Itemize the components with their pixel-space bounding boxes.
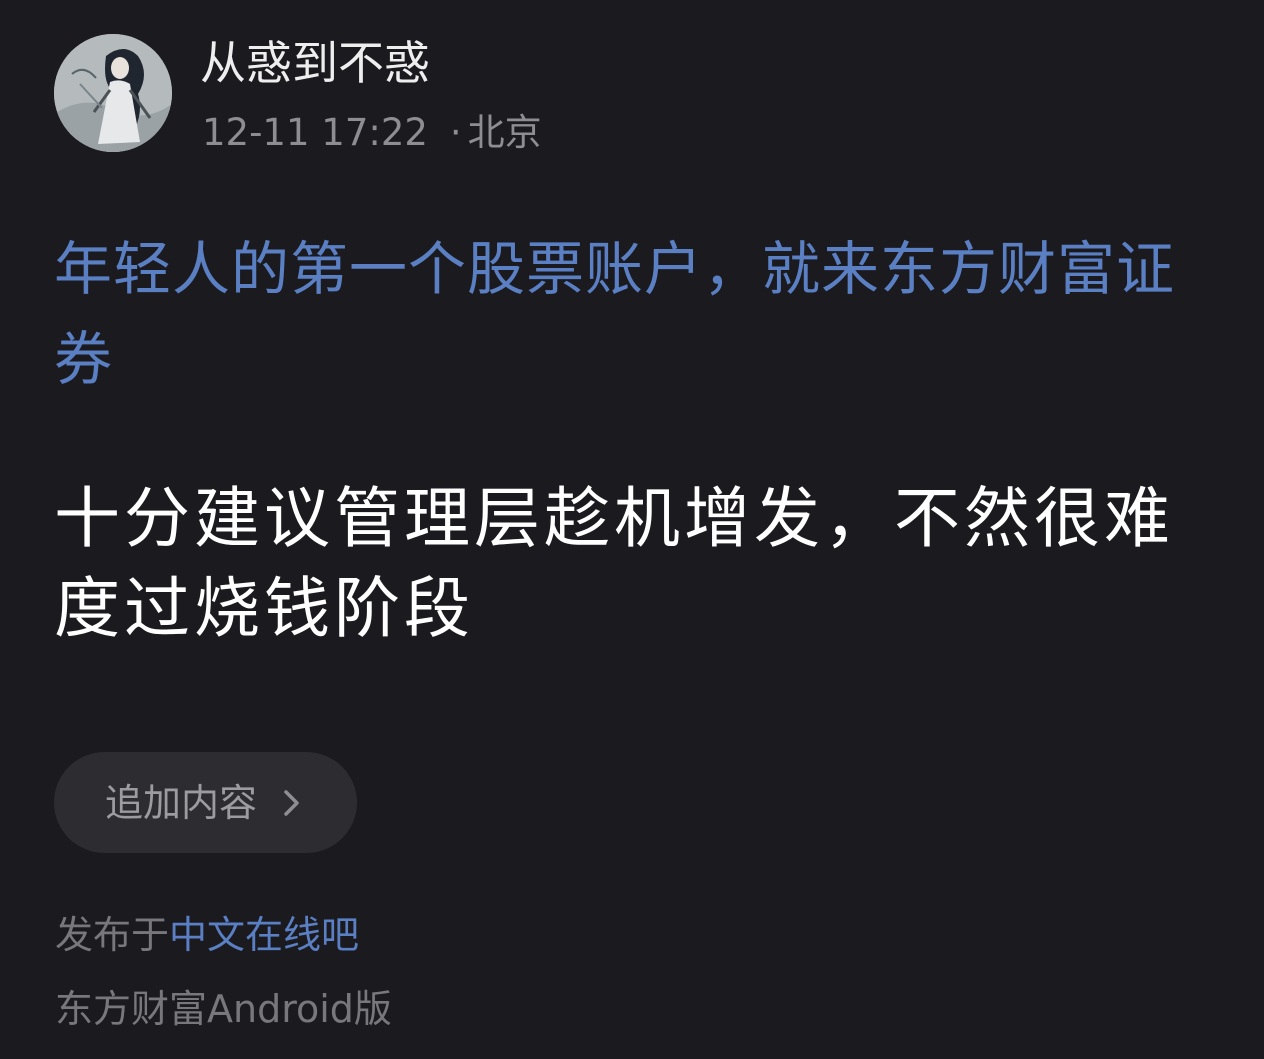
meta-separator: · — [449, 111, 462, 154]
avatar[interactable] — [54, 34, 172, 152]
avatar-illustration-icon — [54, 34, 172, 152]
author-name[interactable]: 从惑到不惑 — [200, 36, 430, 90]
published-prefix: 发布于 — [55, 913, 170, 957]
post-timestamp: 12-11 17:22 — [202, 111, 428, 154]
forum-link[interactable]: 中文在线吧 — [169, 913, 359, 957]
chevron-right-icon — [281, 788, 303, 818]
post-content: 十分建议管理层趁机增发，不然很难度过烧钱阶段 — [54, 480, 1174, 647]
post-link-title[interactable]: 年轻人的第一个股票账户，就来东方财富证券 — [54, 224, 1214, 404]
client-source: 东方财富Android版 — [55, 987, 392, 1031]
append-content-button[interactable]: 追加内容 — [54, 752, 357, 853]
post-location: 北京 — [467, 111, 542, 154]
append-content-label: 追加内容 — [105, 780, 258, 825]
post-header: 从惑到不惑 12-11 17:22 · 北京 — [54, 34, 1204, 154]
post-meta: 12-11 17:22 · 北京 — [202, 110, 542, 156]
published-in: 发布于中文在线吧 — [55, 912, 359, 958]
